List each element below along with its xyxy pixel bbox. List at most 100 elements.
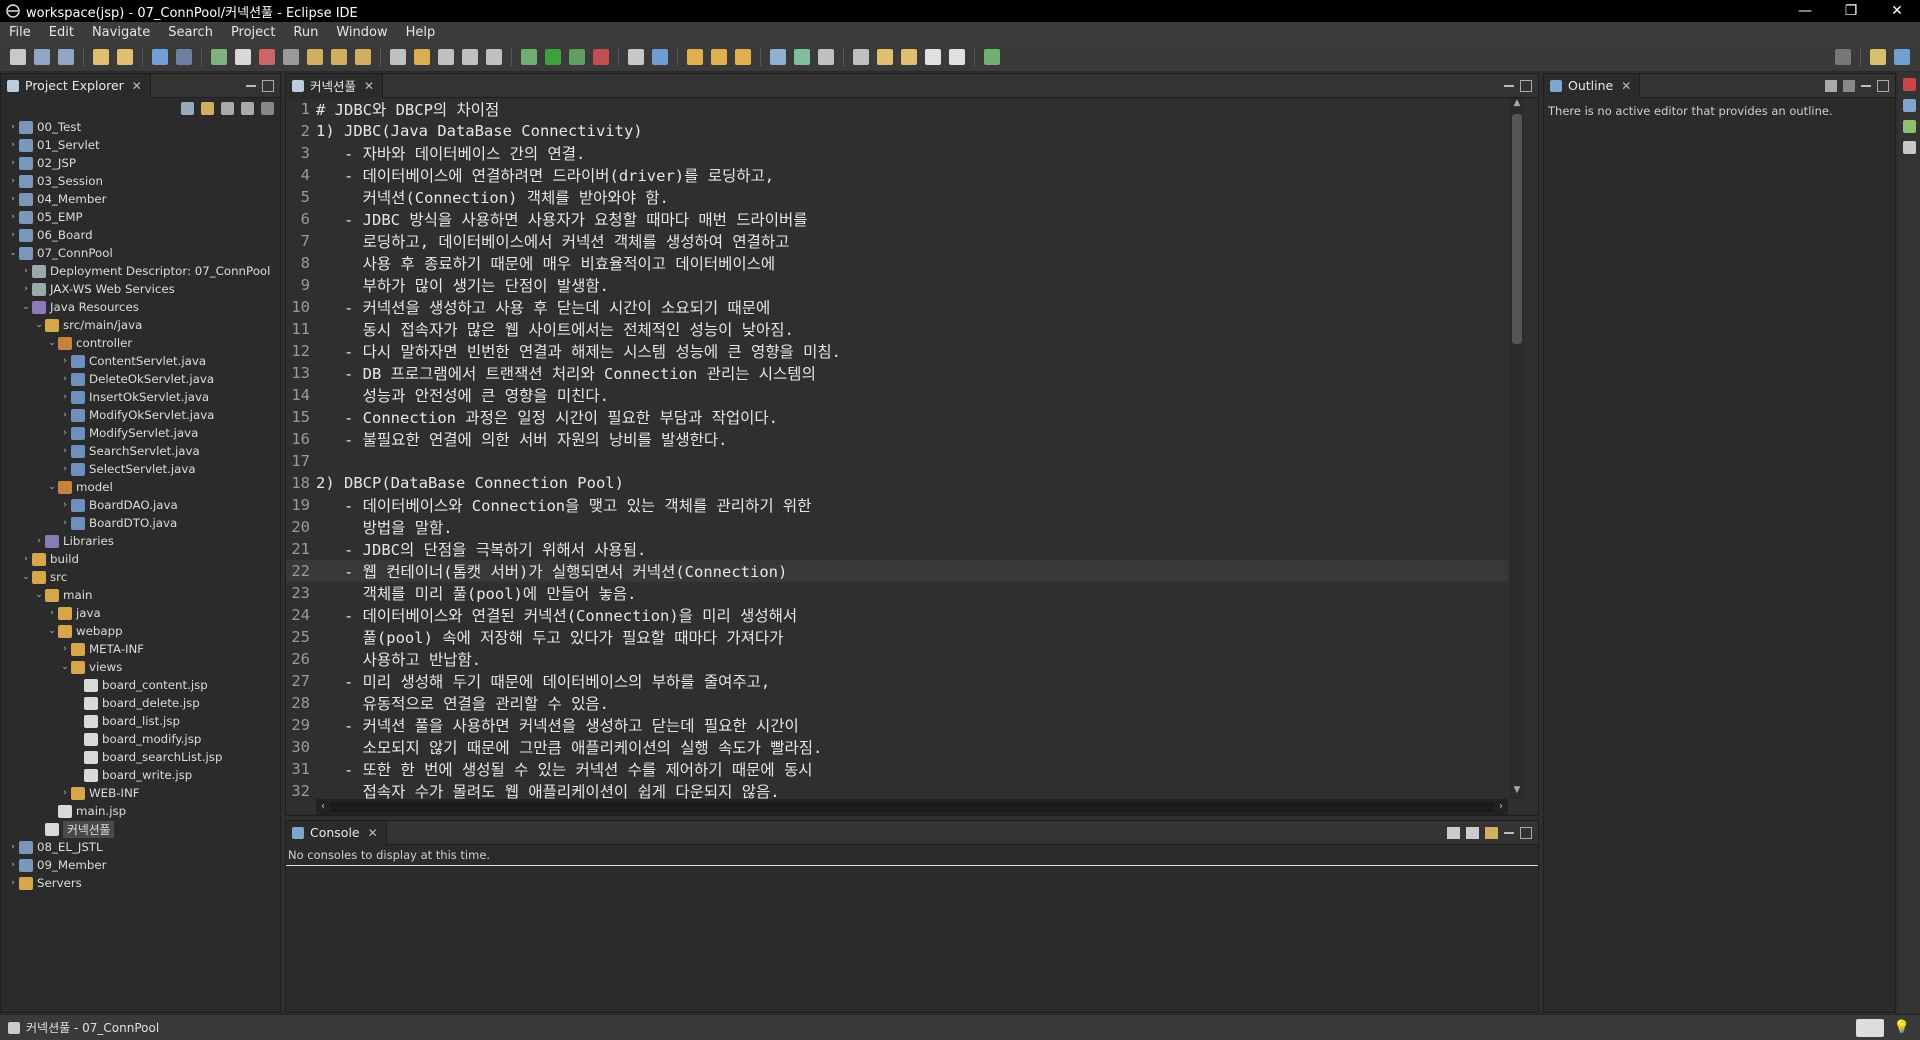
open-folder-icon[interactable] [687,48,703,65]
menu-help[interactable]: Help [397,25,445,40]
chevron-right-icon[interactable]: › [7,158,19,168]
tree-item[interactable]: ⌄ main [1,586,280,604]
chevron-right-icon[interactable]: › [20,554,32,564]
tree-item[interactable]: main.jsp [1,802,280,820]
tree-item[interactable]: › Libraries [1,532,280,550]
chevron-right-icon[interactable]: › [20,266,32,276]
brush-icon[interactable] [735,48,751,65]
chevron-right-icon[interactable]: › [7,878,19,888]
resume-icon[interactable] [211,48,227,65]
save-all-icon[interactable] [58,48,74,65]
tree-item[interactable]: › Servers [1,874,280,892]
chevron-right-icon[interactable]: › [59,464,71,474]
chevron-right-icon[interactable]: › [7,230,19,240]
perspective-icon[interactable] [1870,48,1886,65]
pin-icon[interactable] [853,48,869,65]
tree-item[interactable]: › BoardDAO.java [1,496,280,514]
tree-item[interactable]: › 00_Test [1,118,280,136]
display-console-icon[interactable] [1466,826,1479,839]
tree-item[interactable]: › ModifyOkServlet.java [1,406,280,424]
tree-item[interactable]: ⌄ Java Resources [1,298,280,316]
tree-item[interactable]: › 08_EL_JSTL [1,838,280,856]
chevron-down-icon[interactable]: ⌄ [33,320,45,330]
chevron-right-icon[interactable]: › [7,176,19,186]
next-annotation-icon[interactable] [901,48,917,65]
tree-item[interactable]: › ContentServlet.java [1,352,280,370]
code-line[interactable]: 15 - Connection 과정은 일정 시간이 필요한 부담과 작업이다. [286,406,1508,428]
scroll-right-icon[interactable]: › [1494,799,1508,815]
minimize-window-button[interactable]: — [1782,3,1828,19]
tree-item[interactable]: ⌄ 07_ConnPool [1,244,280,262]
tree-item[interactable]: › ModifyServlet.java [1,424,280,442]
tree-item[interactable]: ⌄ model [1,478,280,496]
tree-item[interactable]: › 09_Member [1,856,280,874]
minimize-icon[interactable] [1861,84,1871,87]
code-line[interactable]: 2 1) JDBC(Java DataBase Connectivity) [286,120,1508,142]
code-line[interactable]: 17 [286,450,1508,472]
maximize-icon[interactable] [1520,826,1532,839]
word-wrap-icon[interactable] [462,48,478,65]
code-line[interactable]: 19 - 데이터베이스와 Connection을 맺고 있는 객체를 관리하기 … [286,494,1508,516]
code-line[interactable]: 20 방법을 말함. [286,516,1508,538]
run-icon[interactable] [545,48,561,65]
chevron-right-icon[interactable]: › [59,356,71,366]
open-perspective-icon[interactable] [984,48,1000,65]
tree-item[interactable]: › SelectServlet.java [1,460,280,478]
menu-window[interactable]: Window [327,25,396,40]
tree-item[interactable]: › 06_Board [1,226,280,244]
chevron-right-icon[interactable]: › [7,842,19,852]
scroll-down-icon[interactable]: ▼ [1510,785,1524,799]
skip-breakpoints-icon[interactable] [176,48,192,65]
menu-navigate[interactable]: Navigate [83,25,159,40]
horizontal-scrollbar[interactable]: ‹ › [316,799,1508,815]
view-menu-icon[interactable] [261,101,274,115]
tab-console[interactable]: Console ✕ [286,820,387,845]
annotation-icon[interactable] [794,48,810,65]
focus-icon[interactable] [1825,79,1837,92]
tree-item[interactable]: › DeleteOkServlet.java [1,370,280,388]
menu-file[interactable]: File [0,25,40,40]
step-over-icon[interactable] [331,48,347,65]
tree-item[interactable]: board_modify.jsp [1,730,280,748]
terminate-icon[interactable] [259,48,275,65]
chevron-right-icon[interactable]: › [7,122,19,132]
debug-icon[interactable] [521,48,537,65]
code-line[interactable]: 21 - JDBC의 단점을 극복하기 위해서 사용됨. [286,538,1508,560]
tab-project-explorer[interactable]: Project Explorer ✕ [1,73,151,98]
forward-icon[interactable] [949,48,965,65]
menu-run[interactable]: Run [284,25,327,40]
minimize-icon[interactable] [1504,831,1514,834]
tree-item[interactable]: board_list.jsp [1,712,280,730]
collapse-all-icon[interactable] [181,101,194,115]
chevron-right-icon[interactable]: › [7,194,19,204]
close-icon[interactable]: ✕ [368,826,378,840]
tree-item[interactable]: 커넥션풀 [1,820,280,838]
search-web-icon[interactable] [770,48,786,65]
problems-icon[interactable] [1902,78,1916,91]
heap-status-icon[interactable] [1855,1018,1884,1037]
menu-search[interactable]: Search [159,25,222,40]
tree-item[interactable]: › Deployment Descriptor: 07_ConnPool [1,262,280,280]
code-line[interactable]: 11 동시 접속자가 많은 웹 사이트에서는 전체적인 성능이 낮아짐. [286,318,1508,340]
open-console-icon[interactable] [1485,826,1498,839]
minimize-icon[interactable] [246,84,256,87]
java-ee-perspective-icon[interactable] [1894,48,1910,65]
scroll-thumb[interactable] [1512,114,1522,344]
code-line[interactable]: 18 2) DBCP(DataBase Connection Pool) [286,472,1508,494]
tree-item[interactable]: ⌄ src [1,568,280,586]
code-line[interactable]: 28 유동적으로 연결을 관리할 수 있음. [286,692,1508,714]
menu-project[interactable]: Project [222,25,284,40]
tree-item[interactable]: › 01_Servlet [1,136,280,154]
tab-editor-file[interactable]: 커넥션풀 ✕ [286,73,384,98]
tree-item[interactable]: › WEB-INF [1,784,280,802]
tree-item[interactable]: ⌄ controller [1,334,280,352]
chevron-down-icon[interactable]: ⌄ [46,626,58,636]
tree-item[interactable]: › JAX-WS Web Services [1,280,280,298]
code-line[interactable]: 8 사용 후 종료하기 때문에 매우 비효율적이고 데이터베이스에 [286,252,1508,274]
scroll-left-icon[interactable]: ‹ [316,799,330,815]
vertical-scrollbar[interactable]: ▲ ▼ [1510,98,1524,799]
chevron-right-icon[interactable]: › [59,644,71,654]
filter-icon[interactable] [221,101,234,115]
code-line[interactable]: 9 부하가 많이 생기는 단점이 발생함. [286,274,1508,296]
code-line[interactable]: 3 - 자바와 데이터베이스 간의 연결. [286,142,1508,164]
